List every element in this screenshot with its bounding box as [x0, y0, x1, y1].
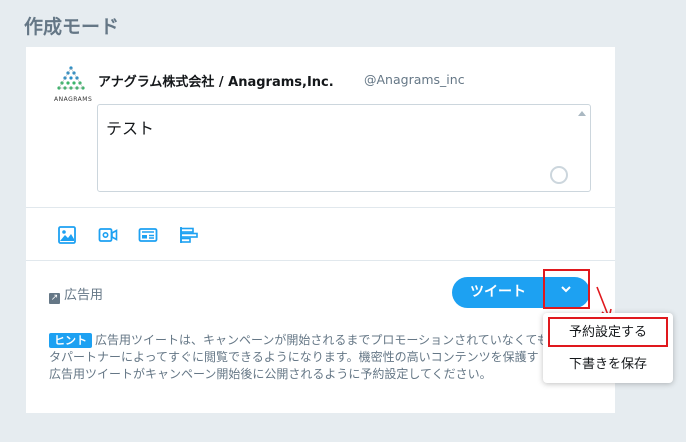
tweet-text: テスト — [106, 119, 155, 138]
scroll-up-icon[interactable] — [578, 111, 586, 116]
logo-text: ANAGRAMS — [54, 96, 93, 103]
character-counter-icon — [550, 166, 568, 184]
external-link-icon: ↗ — [49, 293, 60, 304]
image-icon[interactable] — [57, 225, 77, 245]
menu-item-save-draft[interactable]: 下書きを保存 — [543, 349, 673, 381]
tweet-options-dropdown-button[interactable] — [543, 269, 590, 309]
ad-toggle-label: 広告用 — [64, 288, 104, 303]
tweet-button-label: ツイート — [470, 284, 526, 300]
poll-icon[interactable] — [179, 225, 199, 245]
hint-line-2: タパートナーによってすぐに閲覧できるようになります。機密性の高いコンテンツを保護… — [49, 350, 539, 364]
video-icon[interactable] — [98, 225, 118, 245]
tweet-textarea[interactable]: テスト — [97, 104, 591, 192]
hint-badge: ヒント — [49, 333, 92, 348]
account-handle: @Anagrams_inc — [364, 72, 465, 87]
page-title: 作成モード — [24, 16, 120, 38]
hint-line-1: 広告用ツイートは、キャンペーンが開始されるまでプロモーションされていなくても — [95, 333, 549, 347]
hint-line-3: 広告用ツイートがキャンペーン開始後に公開されるように予約設定してください。 — [49, 367, 492, 381]
card-icon[interactable] — [138, 225, 158, 245]
account-header: ANAGRAMS アナグラム株式会社 / Anagrams,Inc. @Anag… — [54, 65, 594, 105]
divider — [26, 207, 615, 208]
compose-card: ANAGRAMS アナグラム株式会社 / Anagrams,Inc. @Anag… — [26, 47, 615, 413]
hint-text: ヒント 広告用ツイートは、キャンペーンが開始されるまでプロモーションされていなくて… — [49, 332, 569, 383]
divider — [26, 260, 615, 261]
account-name: アナグラム株式会社 / Anagrams,Inc. — [98, 75, 334, 90]
chevron-down-icon — [561, 286, 571, 293]
menu-item-schedule[interactable]: 予約設定する — [548, 317, 668, 347]
tweet-options-menu: 予約設定する 下書きを保存 — [543, 313, 673, 383]
ad-toggle[interactable]: ↗ 広告用 — [49, 284, 103, 304]
